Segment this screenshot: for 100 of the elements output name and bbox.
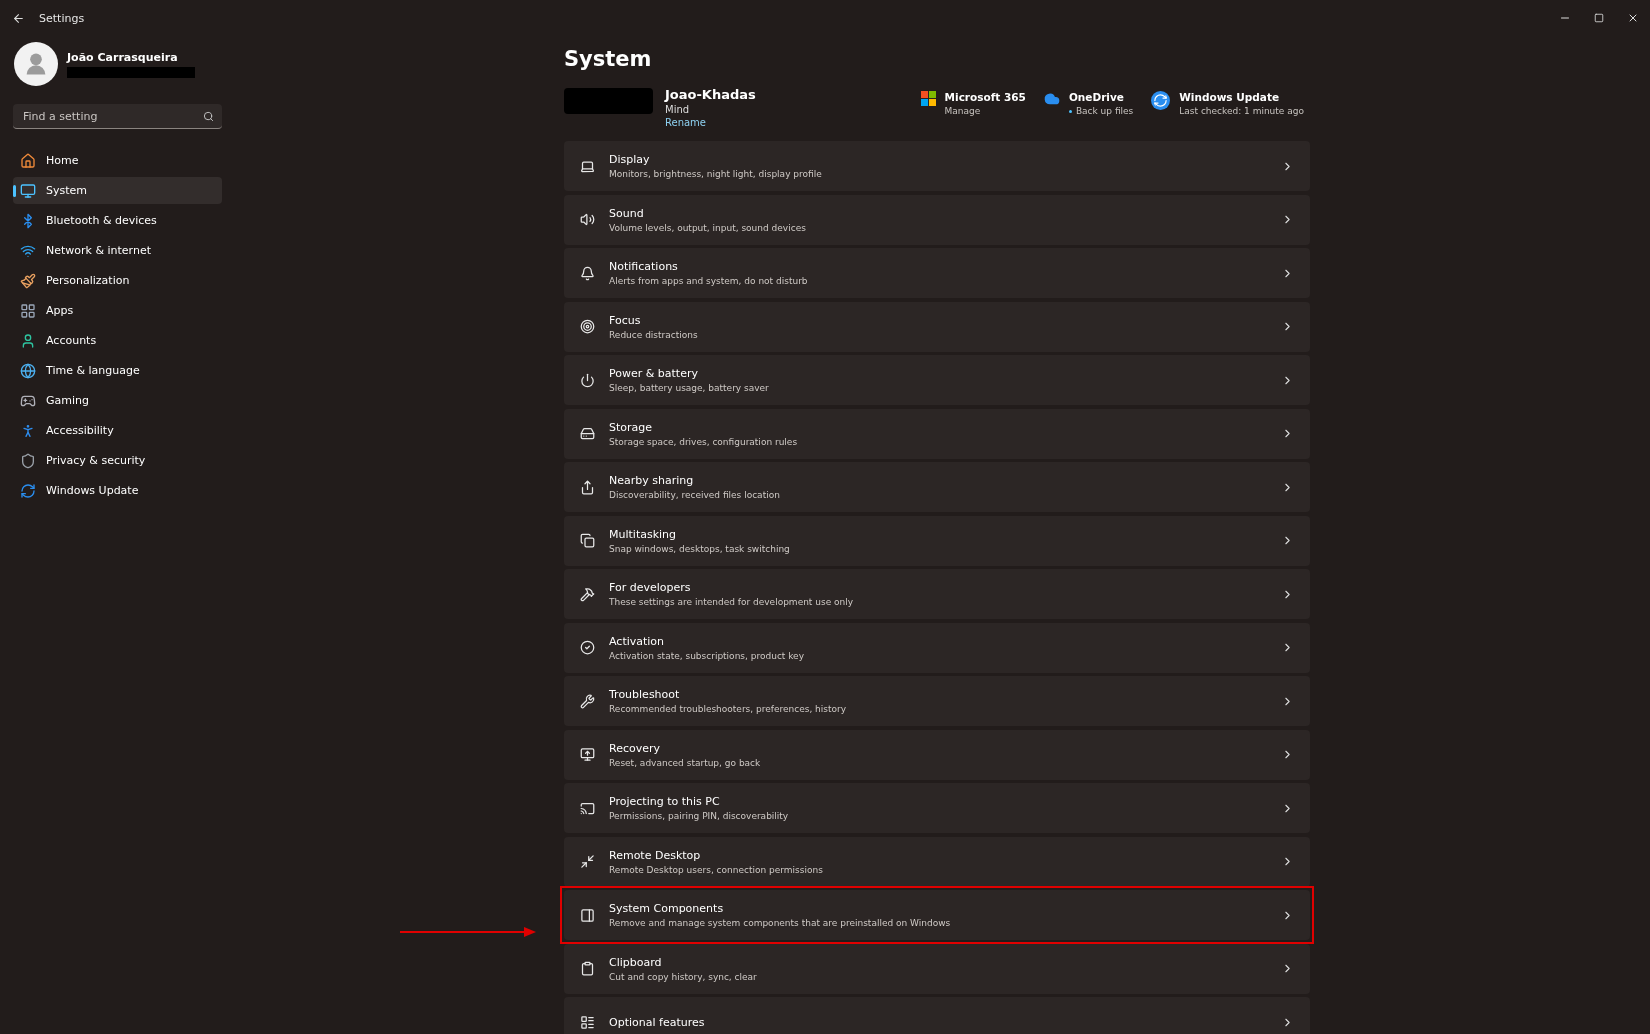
service-subtitle: Manage [944, 106, 982, 116]
nav-item[interactable]: Personalization [13, 267, 222, 294]
share-icon [580, 479, 595, 495]
card-title: Projecting to this PC [609, 795, 721, 808]
card-subtitle: Remove and manage system components that are preinstalled on Windows [609, 918, 952, 928]
refresh-icon [20, 482, 36, 499]
service-subtitle: Back up files [1068, 106, 1134, 116]
settings-card[interactable]: For developers These settings are intended for development use only [564, 569, 1310, 619]
settings-card[interactable]: Activation Activation state, subscriptions, product key [564, 622, 1310, 673]
settings-card[interactable]: Sound Volume levels, output, input, sound devices [564, 194, 1310, 245]
service-title[interactable]: OneDrive [1068, 91, 1134, 103]
windows-icon [580, 533, 595, 548]
card-title: Activation [609, 634, 666, 648]
device-model: Mind [665, 104, 691, 115]
apps-icon [20, 302, 36, 319]
card-subtitle: Alerts from apps and system, do not disturb [609, 276, 809, 286]
accessibility-icon [20, 422, 36, 439]
card-subtitle: Activation state, subscriptions, product key [609, 650, 805, 661]
card-title: For developers [609, 581, 692, 594]
card-title: Multitasking [609, 527, 678, 541]
remote-icon [580, 854, 595, 869]
settings-card[interactable]: Power & battery Sleep, battery usage, battery saver [564, 355, 1310, 405]
user-name: João Carrasqueira [67, 50, 179, 64]
search-icon [203, 110, 214, 122]
nav-item[interactable]: Accounts [13, 327, 222, 354]
settings-card[interactable]: Troubleshoot Recommended troubleshooters, preferences, history [564, 676, 1310, 726]
maximize-icon[interactable] [1594, 13, 1604, 23]
nav-item[interactable]: Home [13, 147, 222, 174]
projector-icon [580, 800, 595, 816]
card-subtitle: Recommended troubleshooters, preferences, history [609, 704, 848, 714]
nav-item[interactable]: System [13, 177, 222, 204]
four-squares-icon [920, 91, 936, 106]
service-title[interactable]: Windows Update [1179, 91, 1304, 103]
rename-link[interactable]: Rename [665, 117, 756, 128]
refresh-icon [1151, 91, 1171, 110]
card-subtitle: Remote Desktop users, connection permissions [609, 864, 824, 875]
check-circle-icon [580, 640, 595, 655]
card-subtitle: Volume levels, output, input, sound devices [609, 222, 807, 233]
card-title: Nearby sharing [609, 474, 695, 487]
person-icon [20, 332, 36, 349]
card-subtitle: Sleep, battery usage, battery saver [609, 383, 770, 393]
card-title: Recovery [609, 741, 661, 755]
card-subtitle: Storage space, drives, configuration rules [609, 436, 799, 447]
speaker-icon [580, 212, 595, 227]
card-title: Clipboard [609, 955, 663, 969]
window-title: Settings [39, 11, 85, 25]
card-subtitle: Monitors, brightness, night light, display profile [609, 169, 823, 179]
nav-item[interactable]: Privacy & security [13, 447, 222, 474]
search-field[interactable]: Find a setting [13, 104, 222, 129]
device-name: Joao-Khadas [665, 87, 756, 102]
card-title: System Components [609, 902, 725, 915]
card-title: Troubleshoot [609, 688, 681, 701]
home-icon [20, 152, 36, 169]
settings-card[interactable]: System Components Remove and manage system components that are preinstalled on Windows [564, 890, 1310, 940]
laptop-icon [580, 158, 595, 174]
settings-card[interactable]: Notifications Alerts from apps and system, do not disturb [564, 248, 1310, 298]
settings-card[interactable]: Display Monitors, brightness, night light, display profile [564, 141, 1310, 191]
settings-card[interactable]: Storage Storage space, drives, configuration rules [564, 408, 1310, 459]
bell-icon [580, 265, 595, 281]
shield-icon [20, 452, 36, 469]
service-subtitle: Last checked: 1 minute ago [1179, 106, 1304, 116]
settings-card[interactable]: Multitasking Snap windows, desktops, task switching [564, 515, 1310, 566]
settings-card[interactable]: Clipboard Cut and copy history, sync, clear [564, 943, 1310, 994]
power-icon [580, 372, 595, 388]
settings-card[interactable]: Nearby sharing Discoverability, received files location [564, 462, 1310, 512]
avatar [14, 42, 58, 86]
card-title: Power & battery [609, 367, 699, 380]
settings-card[interactable]: Recovery Reset, advanced startup, go back [564, 729, 1310, 780]
drive-icon [580, 426, 595, 441]
globe-icon [20, 362, 36, 379]
settings-card[interactable]: Remote Desktop Remote Desktop users, connection permissions [564, 836, 1310, 887]
wrench-icon [580, 693, 595, 709]
cloud-icon [1043, 91, 1060, 107]
settings-card[interactable]: Projecting to this PC Permissions, pairing PIN, discoverability [564, 783, 1310, 833]
nav-item[interactable]: Apps [13, 297, 222, 324]
nav-item[interactable]: Network & internet [13, 237, 222, 264]
card-subtitle: Reduce distractions [609, 329, 699, 340]
service-title[interactable]: Microsoft 365 [944, 91, 1026, 103]
brush-icon [20, 272, 36, 289]
search-input[interactable]: Find a setting [21, 108, 203, 124]
panel-icon [580, 907, 595, 923]
monitor-icon [20, 182, 36, 199]
card-subtitle: Discoverability, received files location [609, 490, 781, 500]
focus-icon [580, 319, 595, 334]
close-icon[interactable] [1627, 12, 1639, 24]
nav-item[interactable]: Accessibility [13, 417, 222, 444]
card-title: Optional features [609, 1015, 706, 1029]
card-subtitle: These settings are intended for development use only [609, 597, 855, 607]
nav-item[interactable]: Gaming [13, 387, 222, 414]
nav-item[interactable]: Bluetooth & devices [13, 207, 222, 234]
settings-card[interactable]: Focus Reduce distractions [564, 301, 1310, 352]
list-icon [580, 1014, 595, 1030]
card-subtitle: Snap windows, desktops, task switching [609, 543, 791, 554]
clipboard-icon [580, 961, 595, 976]
nav-item[interactable]: Windows Update [13, 477, 222, 504]
card-subtitle: Permissions, pairing PIN, discoverability [609, 811, 790, 821]
card-title: Storage [609, 420, 654, 434]
back-icon[interactable] [12, 11, 25, 25]
settings-card[interactable]: Optional features [564, 997, 1310, 1034]
nav-item[interactable]: Time & language [13, 357, 222, 384]
